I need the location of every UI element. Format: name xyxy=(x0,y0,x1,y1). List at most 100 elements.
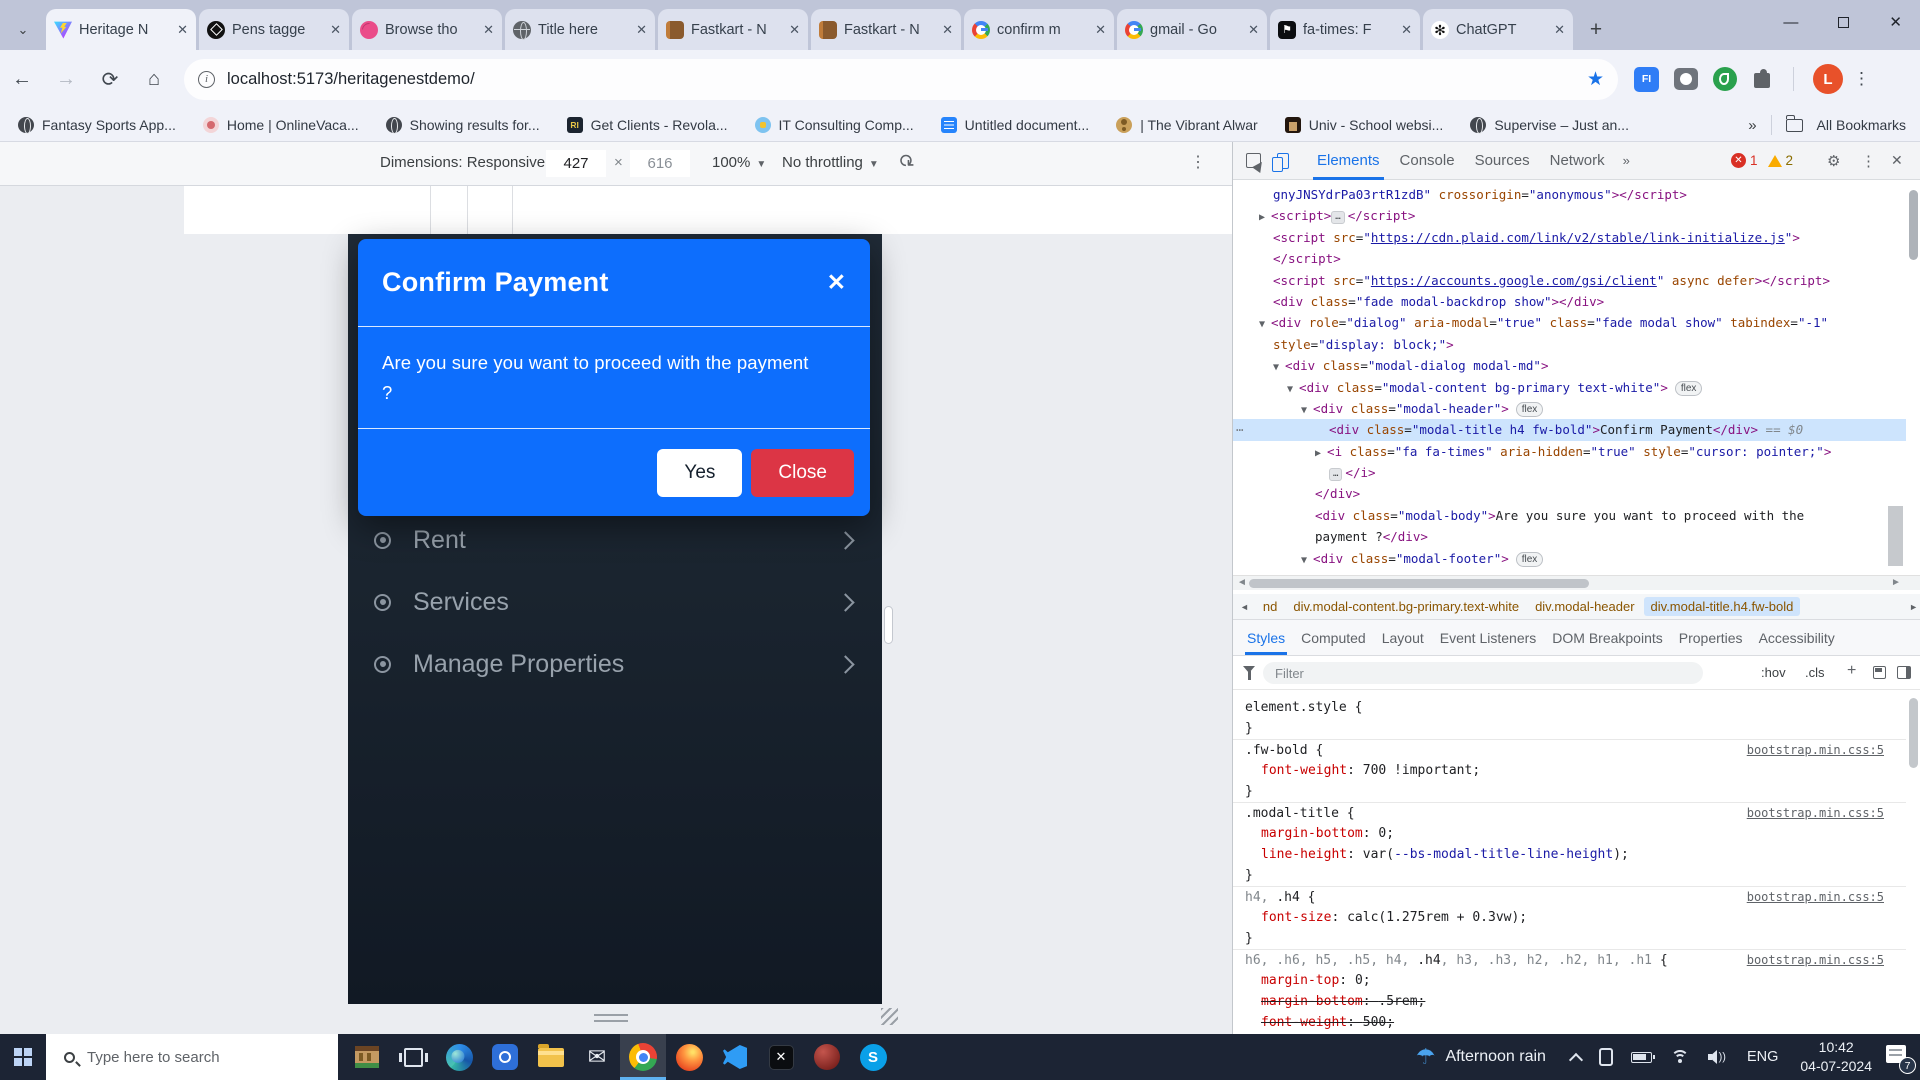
sidebar-tab-event-listeners[interactable]: Event Listeners xyxy=(1432,620,1545,655)
style-line[interactable]: margin-bottom: 0; xyxy=(1233,823,1906,844)
chrome-taskbar-icon[interactable] xyxy=(620,1034,666,1080)
style-line[interactable]: .fw-bold {bootstrap.min.css:5 xyxy=(1233,739,1906,760)
stylesheet-source-link[interactable]: bootstrap.min.css:5 xyxy=(1747,740,1884,761)
action-center-button[interactable]: 7 xyxy=(1882,1034,1916,1080)
browser-tab[interactable]: confirm m✕ xyxy=(964,9,1114,50)
bookmark-item[interactable]: Home | OnlineVaca... xyxy=(203,117,359,133)
breadcrumb-item[interactable]: nd xyxy=(1256,597,1284,616)
browser-tab[interactable]: gmail - Go✕ xyxy=(1117,9,1267,50)
device-toolbar-menu-icon[interactable]: ⋮ xyxy=(1190,152,1206,172)
skype-taskbar-icon[interactable]: S xyxy=(850,1034,896,1080)
volume-icon[interactable]: )) xyxy=(1708,1050,1726,1064)
bookmark-item[interactable]: Supervise – Just an... xyxy=(1470,117,1629,133)
devtools-tab-sources[interactable]: Sources xyxy=(1465,142,1540,180)
breadcrumb-item[interactable]: div.modal-header xyxy=(1528,597,1641,616)
stylesheet-source-link[interactable]: bootstrap.min.css:5 xyxy=(1747,803,1884,824)
sidebar-tab-styles[interactable]: Styles xyxy=(1239,620,1293,655)
forward-button[interactable]: → xyxy=(44,68,88,91)
styles-filter-input[interactable]: Filter xyxy=(1263,662,1703,684)
browser-tab[interactable]: Browse tho✕ xyxy=(352,9,502,50)
elements-scrollbar-thumb[interactable] xyxy=(1888,506,1903,566)
modal-close-icon[interactable]: ✕ xyxy=(827,269,846,296)
viewport-resize-handle-corner[interactable] xyxy=(881,1008,898,1025)
rendering-options-icon[interactable] xyxy=(1873,666,1886,679)
url-text[interactable]: localhost:5173/heritagenestdemo/ xyxy=(227,70,1587,89)
weather-widget[interactable]: ☂ Afternoon rain xyxy=(1400,1034,1562,1080)
devtools-code-line[interactable]: <script src="https://accounts.google.com… xyxy=(1233,270,1906,291)
devtools-tab-console[interactable]: Console xyxy=(1390,142,1465,180)
x-taskbar-icon[interactable]: ✕ xyxy=(758,1034,804,1080)
browser-tab[interactable]: ✻ChatGPT✕ xyxy=(1423,9,1573,50)
fontawesome-extension-icon[interactable]: FI xyxy=(1634,67,1659,92)
network-icon[interactable] xyxy=(1670,1050,1690,1065)
tab-close-icon[interactable]: ✕ xyxy=(1554,22,1565,38)
style-line[interactable]: } xyxy=(1233,781,1906,802)
back-button[interactable]: ← xyxy=(0,68,44,91)
browser-tab[interactable]: Fastkart - N✕ xyxy=(658,9,808,50)
devtools-code-line[interactable]: ▶ <i class="fa fa-times" aria-hidden="tr… xyxy=(1233,441,1906,462)
sidebar-item-services[interactable]: Services xyxy=(348,571,882,633)
profile-avatar[interactable]: L xyxy=(1813,64,1843,94)
tab-close-icon[interactable]: ✕ xyxy=(177,22,188,38)
site-info-icon[interactable]: i xyxy=(198,71,215,88)
yes-button[interactable]: Yes xyxy=(657,449,742,497)
rotation-lock-icon[interactable] xyxy=(1599,1048,1613,1066)
devtools-code-line[interactable]: <div class="fade modal-backdrop show"></… xyxy=(1233,291,1906,312)
devtools-code-line[interactable]: ▼ <div class="modal-content bg-primary t… xyxy=(1233,377,1906,398)
bookmark-item[interactable]: Untitled document... xyxy=(941,117,1090,133)
stylesheet-source-link[interactable]: bootstrap.min.css:5 xyxy=(1747,950,1884,971)
tab-close-icon[interactable]: ✕ xyxy=(483,22,494,38)
window-close-button[interactable]: ✕ xyxy=(1889,13,1902,31)
devtools-tab-elements[interactable]: Elements xyxy=(1307,142,1390,180)
building-taskbar-icon[interactable] xyxy=(344,1034,390,1080)
close-button[interactable]: Close xyxy=(751,449,854,497)
bookmarks-overflow-icon[interactable]: » xyxy=(1748,117,1756,134)
style-line[interactable]: margin-top: 0; xyxy=(1233,970,1906,991)
bookmark-item[interactable]: Fantasy Sports App... xyxy=(18,117,176,133)
browser-tab[interactable]: Pens tagge✕ xyxy=(199,9,349,50)
devtools-code-line[interactable]: ▶ <script>…</script> xyxy=(1233,205,1906,226)
elements-horizontal-scrollbar[interactable]: ◄ ► xyxy=(1233,575,1920,590)
bookmark-item[interactable]: Univ - School websi... xyxy=(1285,117,1444,133)
viewport-resize-handle-right[interactable] xyxy=(884,606,893,644)
devtools-code-line[interactable]: </script> xyxy=(1233,248,1906,269)
new-style-rule-button[interactable]: + xyxy=(1847,662,1856,680)
breadcrumb-scroll-right-icon[interactable]: ► xyxy=(1909,602,1918,612)
bookmark-item[interactable]: Showing results for... xyxy=(386,117,540,133)
devtools-tab-network[interactable]: Network xyxy=(1540,142,1615,180)
line-actions-icon[interactable]: ⋯ xyxy=(1236,419,1243,440)
reload-button[interactable]: ⟳ xyxy=(88,67,132,92)
devtools-code-line[interactable]: ▼ <div class="modal-header">flex xyxy=(1233,398,1906,419)
taskview-taskbar-icon[interactable] xyxy=(390,1034,436,1080)
devtools-more-tabs-icon[interactable]: » xyxy=(1615,153,1638,168)
style-line[interactable]: font-size: calc(1.275rem + 0.3vw); xyxy=(1233,907,1906,928)
sidebar-item-rent[interactable]: Rent xyxy=(348,509,882,571)
console-status-badges[interactable]: ✕ 1 2 xyxy=(1731,153,1793,168)
viewport-resize-handle-bottom[interactable] xyxy=(594,1014,628,1022)
tab-close-icon[interactable]: ✕ xyxy=(1248,22,1259,38)
bookmark-item[interactable]: IT Consulting Comp... xyxy=(755,117,914,133)
breadcrumb-scroll-left-icon[interactable]: ◄ xyxy=(1233,602,1256,612)
photos-taskbar-icon[interactable] xyxy=(482,1034,528,1080)
devtools-code-line[interactable]: <div class="modal-body">Are you sure you… xyxy=(1233,505,1906,526)
dimensions-dropdown[interactable]: Dimensions: Responsive▼ xyxy=(380,154,561,171)
mail-taskbar-icon[interactable]: ✉ xyxy=(574,1034,620,1080)
firefox-taskbar-icon[interactable] xyxy=(666,1034,712,1080)
scroll-left-icon[interactable]: ◄ xyxy=(1237,577,1247,588)
browser-tab[interactable]: ⚑fa-times: F✕ xyxy=(1270,9,1420,50)
style-line[interactable]: } xyxy=(1233,718,1906,739)
stylesheet-source-link[interactable]: bootstrap.min.css:5 xyxy=(1747,887,1884,908)
toggle-hover-state-button[interactable]: :hov xyxy=(1761,665,1786,680)
browser-tab[interactable]: Heritage N✕ xyxy=(46,9,196,50)
devtools-code-line[interactable]: …</i> xyxy=(1233,462,1906,483)
tab-close-icon[interactable]: ✕ xyxy=(330,22,341,38)
inspect-element-icon[interactable] xyxy=(1246,153,1261,168)
devtools-code-line[interactable]: ⋯<div class="modal-title h4 fw-bold">Con… xyxy=(1233,419,1906,440)
device-width-input[interactable] xyxy=(546,150,606,177)
address-bar[interactable]: i localhost:5173/heritagenestdemo/ ★ xyxy=(184,59,1618,100)
bookmark-item[interactable]: RIGet Clients - Revola... xyxy=(567,117,728,133)
tab-close-icon[interactable]: ✕ xyxy=(1401,22,1412,38)
style-line[interactable]: h6, .h6, h5, .h5, h4, .h4, h3, .h3, h2, … xyxy=(1233,949,1906,970)
devtools-code-line[interactable]: ▼ <div role="dialog" aria-modal="true" c… xyxy=(1233,312,1906,333)
devtools-code-line[interactable]: ▼ <div class="modal-footer">flex xyxy=(1233,548,1906,569)
